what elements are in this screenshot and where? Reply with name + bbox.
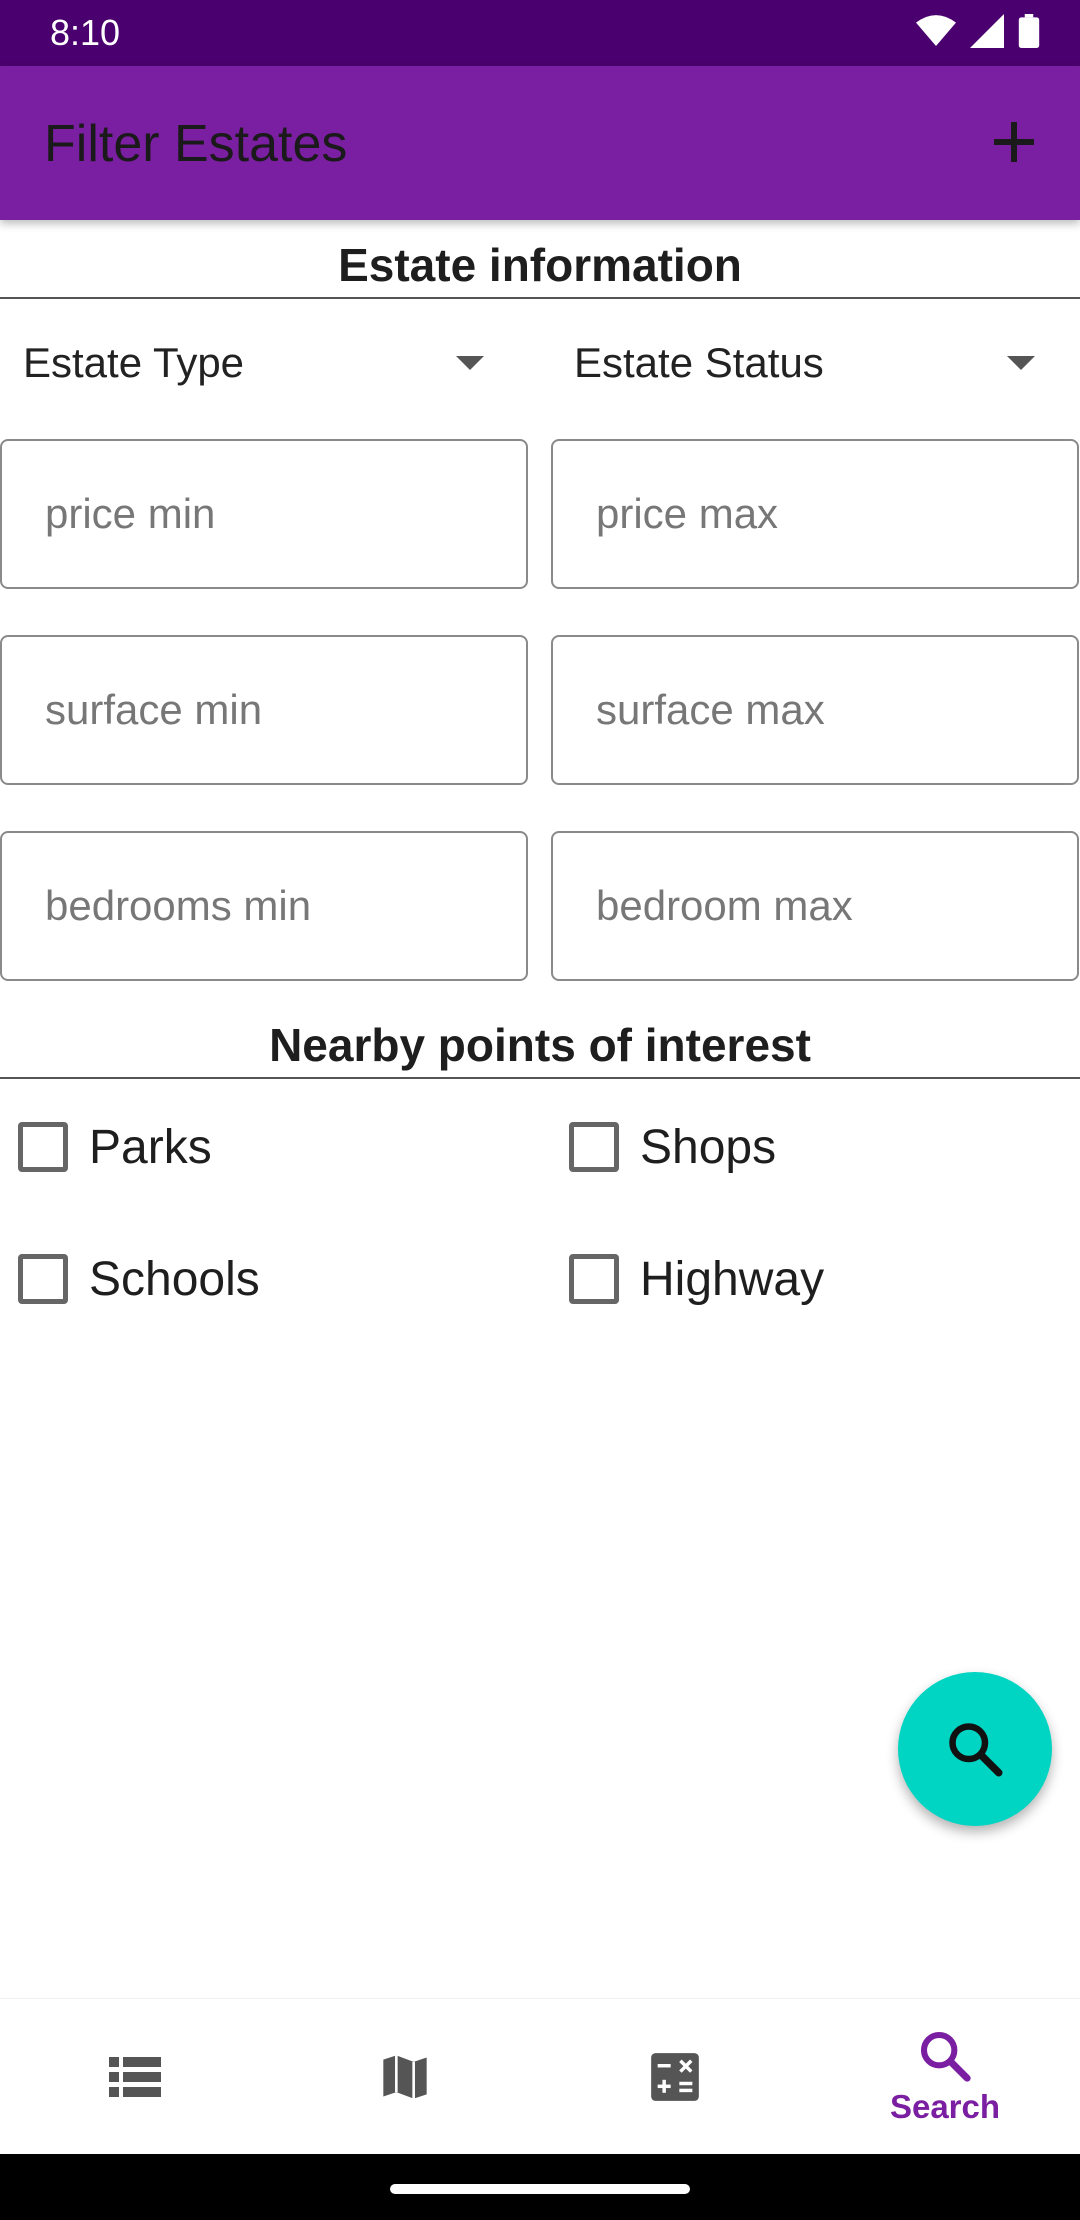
bedrooms-max-field[interactable] — [551, 831, 1079, 981]
section-divider — [0, 297, 1080, 299]
nav-item-calculator[interactable] — [540, 1999, 810, 2155]
list-icon — [109, 2057, 161, 2097]
map-icon — [383, 2055, 427, 2099]
checkbox-box[interactable] — [569, 1254, 619, 1304]
shops-checkbox[interactable]: Shops — [551, 1107, 776, 1187]
page-title: Filter Estates — [44, 115, 348, 173]
search-icon — [920, 2031, 971, 2082]
estate-type-label: Estate Type — [23, 339, 245, 386]
checkbox-box[interactable] — [569, 1122, 619, 1172]
nav-item-list[interactable] — [0, 1999, 270, 2155]
checkbox-label: Schools — [89, 1252, 260, 1306]
nav-label-search: Search — [889, 2088, 1001, 2125]
search-icon — [949, 1723, 1003, 1777]
price-max-field[interactable] — [551, 439, 1079, 589]
poi-section-title: Nearby points of interest — [269, 1019, 811, 1071]
estate-type-dropdown[interactable]: Estate Type — [23, 318, 518, 408]
bedrooms-min-field[interactable] — [0, 831, 528, 981]
status-icons — [916, 14, 1040, 48]
dropdown-arrow-icon — [456, 356, 484, 370]
add-button[interactable] — [982, 110, 1046, 174]
home-gesture-handle[interactable] — [390, 2184, 690, 2194]
surface-min-input[interactable] — [2, 637, 526, 783]
bedrooms-max-input[interactable] — [553, 833, 1077, 979]
estate-status-label: Estate Status — [574, 339, 824, 386]
checkbox-box[interactable] — [18, 1254, 68, 1304]
status-time: 8:10 — [50, 12, 121, 53]
bedrooms-min-input[interactable] — [2, 833, 526, 979]
section-divider — [0, 1077, 1080, 1079]
checkbox-label: Shops — [640, 1120, 777, 1174]
calculator-icon — [651, 2053, 699, 2101]
price-max-input[interactable] — [553, 441, 1077, 587]
status-bar: 8:10 — [0, 0, 1080, 66]
price-min-field[interactable] — [0, 439, 528, 589]
estate-section-title: Estate information — [338, 239, 742, 291]
battery-icon — [1018, 14, 1040, 48]
surface-min-field[interactable] — [0, 635, 528, 785]
schools-checkbox[interactable]: Schools — [0, 1239, 260, 1319]
parks-checkbox[interactable]: Parks — [0, 1107, 212, 1187]
app-bar: Filter Estates — [0, 66, 1080, 220]
nav-item-search[interactable]: Search — [810, 1999, 1080, 2155]
bottom-navigation: Search — [0, 1998, 1080, 2154]
gesture-bar — [0, 2154, 1080, 2220]
checkbox-label: Parks — [89, 1120, 212, 1174]
search-fab-button[interactable] — [898, 1672, 1052, 1826]
surface-max-input[interactable] — [553, 637, 1077, 783]
price-min-input[interactable] — [2, 441, 526, 587]
surface-max-field[interactable] — [551, 635, 1079, 785]
estate-status-dropdown[interactable]: Estate Status — [574, 318, 1069, 408]
signal-icon — [970, 14, 1004, 48]
checkbox-box[interactable] — [18, 1122, 68, 1172]
wifi-icon — [916, 15, 956, 46]
checkbox-label: Highway — [640, 1252, 825, 1306]
nav-item-map[interactable] — [270, 1999, 540, 2155]
highway-checkbox[interactable]: Highway — [551, 1239, 824, 1319]
plus-icon — [994, 122, 1034, 162]
dropdown-arrow-icon — [1007, 356, 1035, 370]
